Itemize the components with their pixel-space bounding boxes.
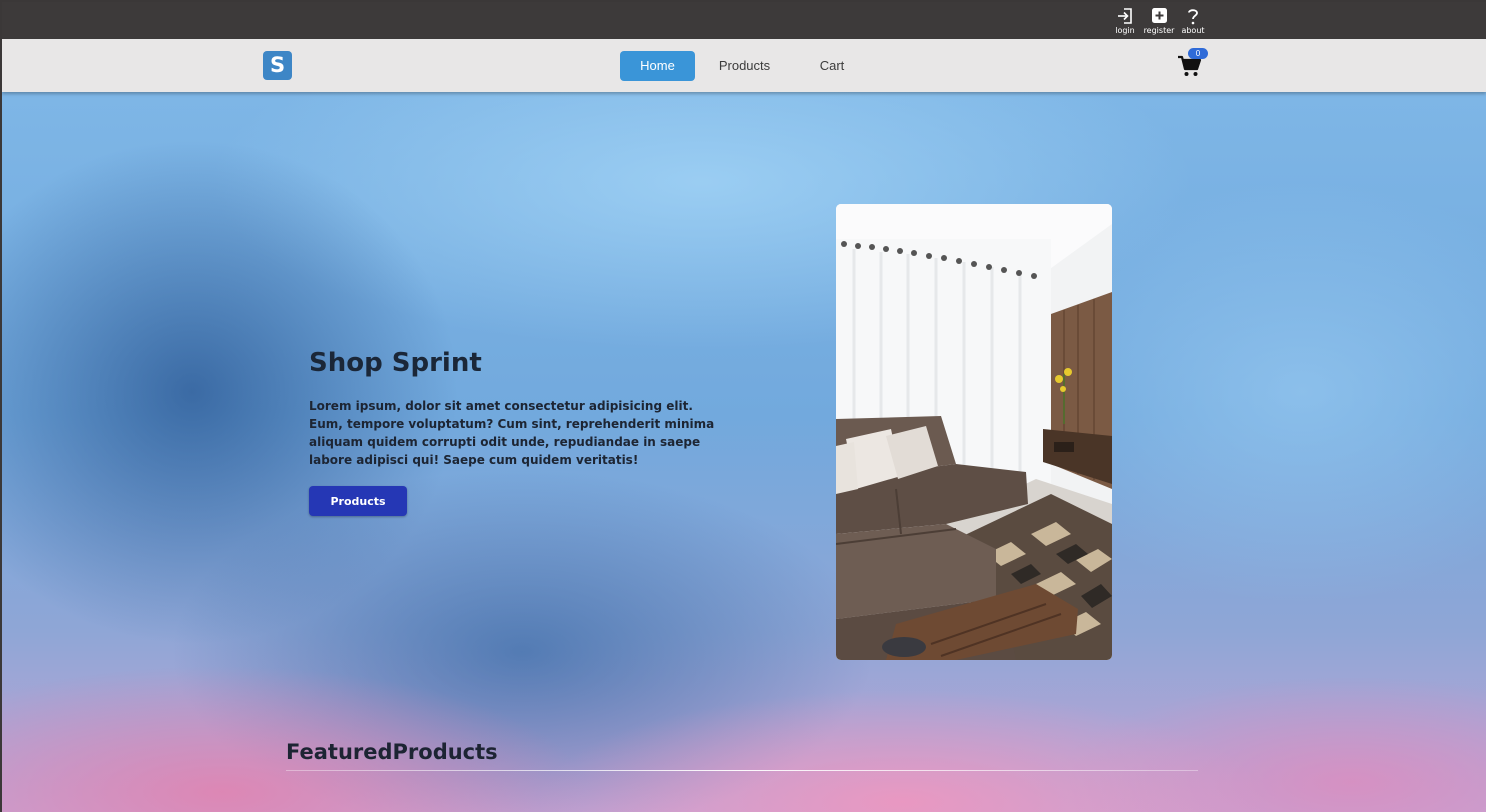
hero-description: Lorem ipsum, dolor sit amet consectetur … — [309, 399, 715, 467]
about-link[interactable]: about — [1176, 6, 1210, 36]
site-logo[interactable]: S — [263, 51, 292, 80]
cart-count-badge: 0 — [1188, 48, 1208, 59]
login-icon — [1118, 8, 1132, 24]
featured-divider — [286, 770, 1198, 771]
page: login register about S Home Products Car… — [2, 2, 1486, 812]
hero-title: Shop Sprint — [309, 348, 482, 378]
nav-link-products[interactable]: Products — [707, 51, 782, 81]
main-navbar: S Home Products Cart 0 — [2, 39, 1486, 92]
nav-link-cart[interactable]: Cart — [802, 51, 862, 81]
login-label: login — [1115, 26, 1135, 35]
login-link[interactable]: login — [1108, 6, 1142, 36]
nav-link-home[interactable]: Home — [620, 51, 695, 81]
register-label: register — [1143, 26, 1175, 35]
question-icon — [1188, 9, 1198, 25]
utility-bar: login register about — [2, 2, 1486, 39]
hero-image — [836, 204, 1112, 660]
about-label: about — [1181, 26, 1205, 35]
featured-products-title: FeaturedProducts — [286, 740, 498, 764]
register-link[interactable]: register — [1142, 6, 1176, 36]
register-plus-icon — [1152, 8, 1167, 23]
hero-section: Shop Sprint Lorem ipsum, dolor sit amet … — [2, 92, 1486, 812]
products-button[interactable]: Products — [309, 486, 407, 516]
living-room-sofa-photo — [836, 204, 1112, 660]
